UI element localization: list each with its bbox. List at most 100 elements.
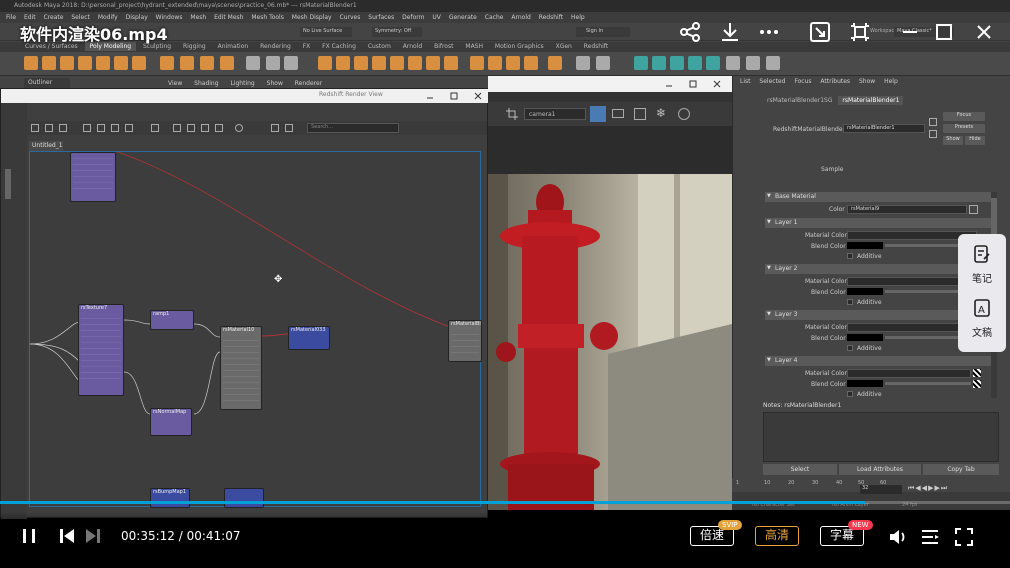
- connected-mode-icon[interactable]: [187, 124, 195, 132]
- hide-button[interactable]: Hide: [965, 136, 985, 145]
- panel-menu-view[interactable]: View: [168, 80, 182, 87]
- volume-icon[interactable]: [888, 527, 908, 547]
- menu-select[interactable]: Select: [71, 14, 90, 21]
- slide-edge-icon[interactable]: [524, 56, 538, 70]
- checker-map-icon[interactable]: [973, 380, 981, 388]
- graph-input-output-icon[interactable]: [31, 124, 39, 132]
- menu-redshift[interactable]: Redshift: [539, 14, 563, 21]
- quality-button[interactable]: 高清: [755, 526, 799, 546]
- shelf-tab-mash[interactable]: MASH: [460, 42, 488, 51]
- camera-select[interactable]: camera1: [524, 108, 586, 120]
- menu-deform[interactable]: Deform: [402, 14, 424, 21]
- layer3-additive-checkbox[interactable]: [847, 345, 853, 351]
- graph-node-bump[interactable]: rsBumpMap1: [150, 488, 190, 508]
- grid-toggle-icon[interactable]: [271, 124, 279, 132]
- ae-menu-help[interactable]: Help: [884, 78, 898, 85]
- uv-camera-icon[interactable]: [706, 56, 720, 70]
- remove-selected-icon[interactable]: [125, 124, 133, 132]
- scrollbar-handle[interactable]: [5, 169, 11, 199]
- menu-generate[interactable]: Generate: [449, 14, 477, 21]
- input-connection-icon[interactable]: [929, 118, 937, 126]
- poly-cube-icon[interactable]: [42, 56, 56, 70]
- layer1-additive-checkbox[interactable]: [847, 253, 853, 259]
- node-graph-canvas[interactable]: rsTexture7 ramp1 rsMaterial10 rsNormalMa…: [29, 151, 482, 508]
- fill-hole-icon[interactable]: [372, 56, 386, 70]
- select-button[interactable]: Select: [763, 464, 837, 475]
- menu-display[interactable]: Display: [126, 14, 148, 21]
- shelf-tab-redshift[interactable]: Redshift: [579, 42, 613, 51]
- menu-mesh-display[interactable]: Mesh Display: [292, 14, 332, 21]
- graph-node-material[interactable]: rsMaterial10: [220, 326, 262, 410]
- poly-plane-icon[interactable]: [114, 56, 128, 70]
- ae-menu-focus[interactable]: Focus: [794, 78, 811, 85]
- shelf-tab-rigging[interactable]: Rigging: [178, 42, 211, 51]
- render-region-icon[interactable]: [590, 106, 606, 122]
- shelf-tab-xgen[interactable]: XGen: [551, 42, 577, 51]
- camera-icon[interactable]: [612, 109, 624, 118]
- close-icon[interactable]: [972, 20, 996, 44]
- uv-editor-icon[interactable]: [548, 56, 562, 70]
- transcript-icon[interactable]: A: [972, 298, 992, 318]
- section-base-material[interactable]: Base Material: [765, 192, 991, 202]
- picture-in-picture-icon[interactable]: [808, 20, 832, 44]
- presets-button[interactable]: Presets: [943, 124, 985, 133]
- frame-selected-icon[interactable]: [97, 124, 105, 132]
- snap-grid-icon[interactable]: [285, 124, 293, 132]
- menu-mesh[interactable]: Mesh: [190, 14, 206, 21]
- shelf-tab-rendering[interactable]: Rendering: [255, 42, 296, 51]
- previous-icon[interactable]: [58, 527, 76, 545]
- menu-file[interactable]: File: [6, 14, 16, 21]
- graph-node-ramp[interactable]: ramp1: [150, 310, 194, 330]
- section-layer-1[interactable]: Layer 1: [765, 218, 991, 228]
- layer1-blend-swatch[interactable]: [847, 242, 883, 249]
- focus-button[interactable]: Focus: [943, 112, 985, 121]
- menu-uv[interactable]: UV: [432, 14, 441, 21]
- layer4-blend-swatch[interactable]: [847, 380, 883, 387]
- node-search-input[interactable]: Search...: [307, 123, 399, 133]
- menu-surfaces[interactable]: Surfaces: [368, 14, 394, 21]
- window-minimize-icon[interactable]: [425, 91, 435, 101]
- ae-menu-attributes[interactable]: Attributes: [820, 78, 850, 85]
- tab-untitled[interactable]: Untitled_1: [29, 141, 63, 151]
- sculpt-icon[interactable]: [596, 56, 610, 70]
- menu-modify[interactable]: Modify: [98, 14, 118, 21]
- shelf-tab-motion-graphics[interactable]: Motion Graphics: [490, 42, 549, 51]
- menu-create[interactable]: Create: [44, 14, 64, 21]
- base-color-field[interactable]: rsMaterial9: [847, 205, 967, 214]
- shelf-tab-animation[interactable]: Animation: [213, 42, 254, 51]
- clear-graph-icon[interactable]: [111, 124, 119, 132]
- maximize-icon[interactable]: [932, 20, 956, 44]
- svg-icon[interactable]: [220, 56, 234, 70]
- separate-icon[interactable]: [180, 56, 194, 70]
- notes-icon[interactable]: [972, 244, 992, 264]
- next-icon[interactable]: [84, 527, 102, 545]
- mirror-icon[interactable]: [246, 56, 260, 70]
- uv-planar-icon[interactable]: [634, 56, 648, 70]
- bevel-icon[interactable]: [354, 56, 368, 70]
- rv-close-icon[interactable]: [712, 79, 722, 89]
- transcript-label[interactable]: 文稿: [958, 324, 1006, 339]
- uv-automatic-icon[interactable]: [688, 56, 702, 70]
- ae-menu-selected[interactable]: Selected: [759, 78, 785, 85]
- share-icon[interactable]: [678, 20, 702, 44]
- quad-draw-icon[interactable]: [444, 56, 458, 70]
- ae-tab-material-blender[interactable]: rsMaterialBlender1: [838, 96, 904, 105]
- poly-cylinder-icon[interactable]: [60, 56, 74, 70]
- boolean-icon[interactable]: [284, 56, 298, 70]
- connect-icon[interactable]: [506, 56, 520, 70]
- poly-cone-icon[interactable]: [78, 56, 92, 70]
- node-name-field[interactable]: rsMaterialBlender1: [843, 124, 925, 133]
- outliner-tab[interactable]: Outliner: [24, 78, 70, 88]
- paint-icon[interactable]: [576, 56, 590, 70]
- uv-sew-icon[interactable]: [746, 56, 760, 70]
- snapshot-icon[interactable]: [634, 108, 646, 120]
- menu-edit-mesh[interactable]: Edit Mesh: [214, 14, 243, 21]
- crop-icon[interactable]: [506, 108, 518, 120]
- download-icon[interactable]: [718, 20, 742, 44]
- shelf-tab-fx-caching[interactable]: FX Caching: [317, 42, 361, 51]
- current-frame-field[interactable]: 32: [860, 485, 902, 494]
- menu-curves[interactable]: Curves: [340, 14, 361, 21]
- more-icon[interactable]: [757, 20, 781, 44]
- layer2-blend-swatch[interactable]: [847, 288, 883, 295]
- menu-cache[interactable]: Cache: [485, 14, 504, 21]
